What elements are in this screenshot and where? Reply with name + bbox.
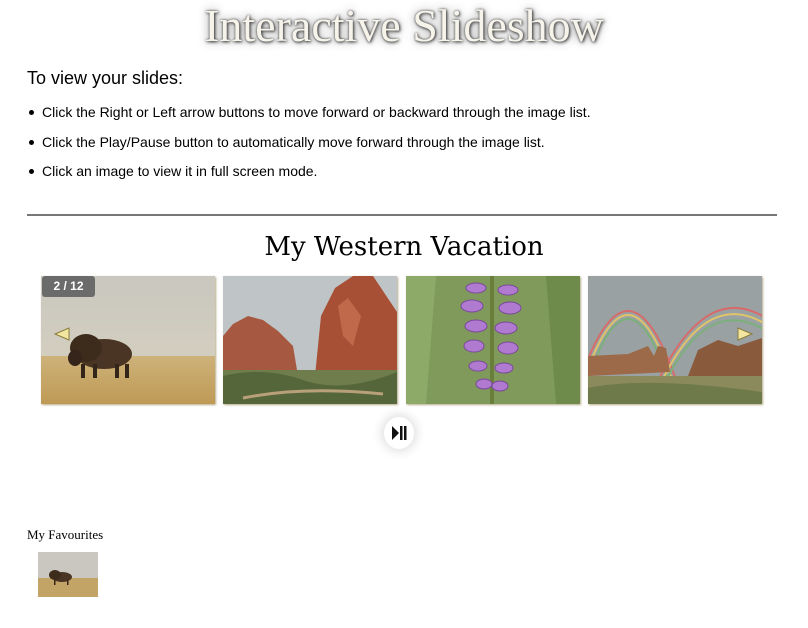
instruction-item-fullscreen: Click an image to view it in full screen… <box>27 159 591 189</box>
slide-image-red-rocks[interactable] <box>223 276 397 404</box>
arrow-right-icon <box>737 327 753 341</box>
prev-arrow-button[interactable] <box>54 327 70 341</box>
album-title: My Western Vacation <box>264 232 544 262</box>
arrow-left-icon <box>54 327 70 341</box>
play-pause-icon <box>392 426 407 440</box>
divider <box>27 214 777 216</box>
page-title: Interactive Slideshow <box>204 0 604 51</box>
favourites-heading: My Favourites <box>27 527 104 542</box>
next-arrow-button[interactable] <box>737 327 753 341</box>
slide-image-wildflower[interactable] <box>406 276 580 404</box>
slide-image-rainbow-canyon[interactable] <box>588 276 762 404</box>
instruction-item-play-pause: Click the Play/Pause button to automatic… <box>27 130 591 160</box>
slide-counter: 2 / 12 <box>42 276 95 297</box>
instructions-list: Click the Right or Left arrow buttons to… <box>27 100 591 189</box>
instructions-heading: To view your slides: <box>27 68 184 88</box>
favourite-thumbnail-bison[interactable] <box>38 552 98 597</box>
instruction-item-arrows: Click the Right or Left arrow buttons to… <box>27 100 591 130</box>
image-carousel: 2 / 12 <box>41 276 763 404</box>
play-pause-button[interactable] <box>384 417 414 449</box>
